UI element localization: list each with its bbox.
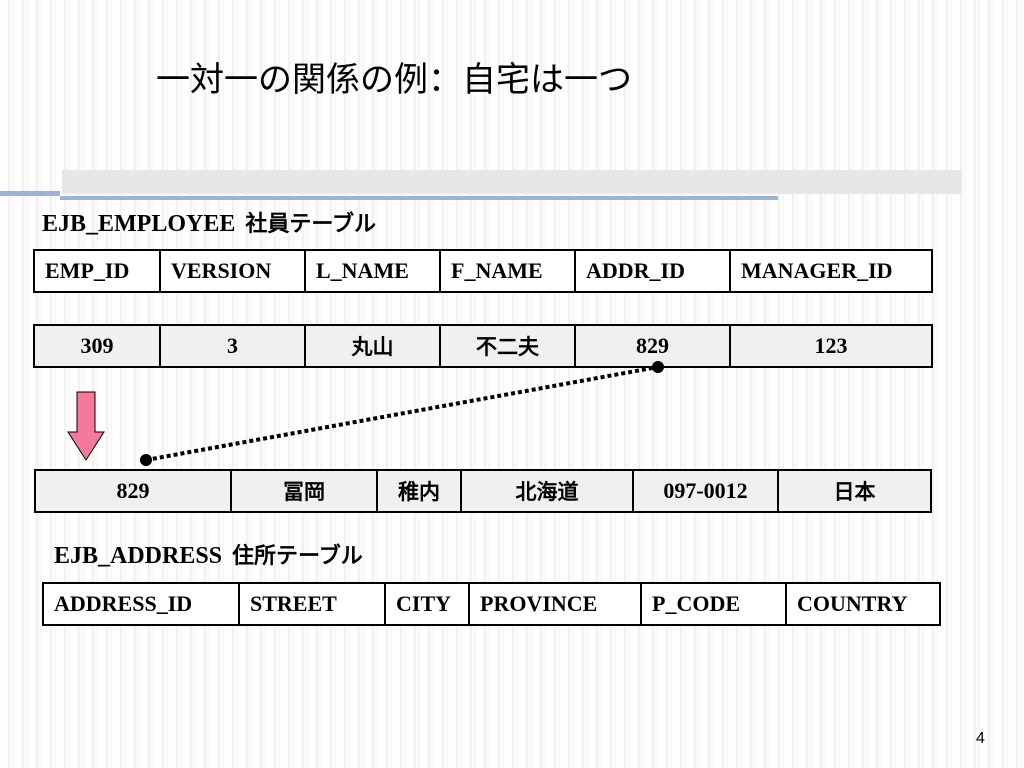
address-cell-address-id: 829 xyxy=(34,469,232,513)
address-table-label: EJB_ADDRESS 住所テーブル xyxy=(54,538,363,570)
address-table-jp-label: 住所テーブル xyxy=(232,544,363,569)
relationship-connector xyxy=(67,361,664,466)
address-cell-country: 日本 xyxy=(777,469,932,513)
address-cell-p-code: 097-0012 xyxy=(632,469,779,513)
address-col-province: PROVINCE xyxy=(468,582,642,626)
address-cell-street: 冨岡 xyxy=(230,469,378,513)
address-header-row: ADDRESS_ID STREET CITY PROVINCE P_CODE C… xyxy=(42,582,941,626)
address-col-city: CITY xyxy=(384,582,470,626)
page-number: 4 xyxy=(976,730,985,747)
address-cell-province: 北海道 xyxy=(460,469,634,513)
address-header-table: ADDRESS_ID STREET CITY PROVINCE P_CODE C… xyxy=(42,582,941,626)
address-col-street: STREET xyxy=(238,582,386,626)
down-arrow-icon xyxy=(67,391,105,461)
connector-start-dot xyxy=(140,454,152,466)
address-cell-city: 稚内 xyxy=(376,469,462,513)
address-data-row: 829 冨岡 稚内 北海道 097-0012 日本 xyxy=(34,469,932,513)
address-col-address-id: ADDRESS_ID xyxy=(42,582,240,626)
address-col-p-code: P_CODE xyxy=(640,582,787,626)
address-data-table: 829 冨岡 稚内 北海道 097-0012 日本 xyxy=(34,469,932,513)
connector-end-dot xyxy=(652,361,664,373)
foreign-key-dotted-line xyxy=(145,365,659,462)
address-col-country: COUNTRY xyxy=(785,582,941,626)
address-table-name: EJB_ADDRESS xyxy=(54,543,223,569)
